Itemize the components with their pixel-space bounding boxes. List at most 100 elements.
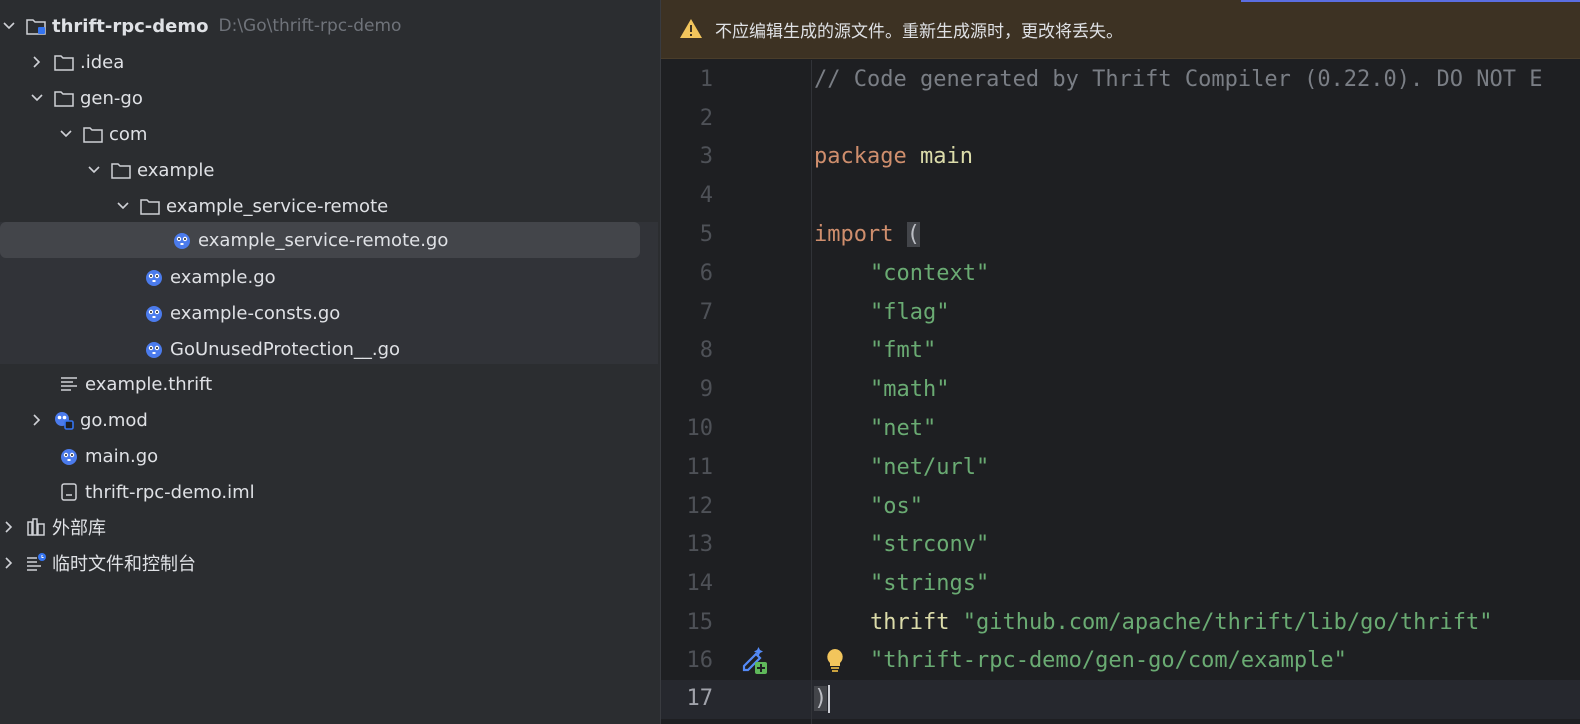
go-file-icon (57, 444, 81, 468)
ide-window: thrift-rpc-demo D:\Go\thrift-rpc-demo .i… (0, 0, 1580, 724)
folder-icon (52, 86, 76, 110)
line-number[interactable]: 9 (661, 371, 713, 410)
add-gutter-icon[interactable] (739, 644, 771, 676)
root-path: D:\Go\thrift-rpc-demo (218, 16, 402, 36)
folder-icon (81, 122, 105, 146)
line-number[interactable]: 6 (661, 255, 713, 294)
code-line-12[interactable]: "os" (870, 488, 923, 527)
tree-item-external-libraries[interactable]: 外部库 (0, 509, 106, 545)
tree-item-label: example-consts.go (170, 302, 341, 324)
bulb-icon[interactable] (821, 646, 853, 678)
chevron-down-icon[interactable] (114, 197, 132, 215)
tab-indicator (1241, 0, 1580, 2)
paren-token: ( (906, 222, 920, 247)
library-icon (24, 515, 48, 539)
tree-item-selected-row[interactable]: example_service-remote.go (0, 222, 640, 258)
string-token: "github.com/apache/thrift/lib/go/thrift" (962, 610, 1493, 635)
folder-icon (138, 194, 162, 218)
tree-item-label: 外部库 (52, 518, 106, 539)
scratch-icon (24, 551, 48, 575)
folder-module-icon (24, 14, 48, 38)
tree-item-idea[interactable]: .idea (28, 44, 124, 80)
chevron-down-icon[interactable] (85, 161, 103, 179)
string-token: "net/url" (870, 455, 990, 480)
string-token: "strconv" (870, 532, 990, 557)
line-number[interactable]: 1 (661, 61, 713, 100)
tree-item-iml[interactable]: thrift-rpc-demo.iml (57, 474, 255, 510)
current-line-highlight (661, 680, 1580, 719)
tree-item-label: main.go (85, 445, 159, 467)
chevron-right-icon[interactable] (0, 554, 18, 572)
code-area[interactable]: 1 2 3 4 5 6 7 8 9 10 11 12 13 14 15 16 1… (661, 60, 1580, 724)
tree-item-example-go[interactable]: example.go (142, 259, 276, 295)
tree-item-label: go.mod (80, 409, 148, 431)
chevron-right-icon[interactable] (0, 518, 18, 536)
tree-item-label: example_service-remote (166, 195, 389, 217)
tree-item-label: 临时文件和控制台 (52, 554, 196, 575)
code-line-11[interactable]: "net/url" (870, 449, 989, 488)
line-number[interactable]: 14 (661, 565, 714, 604)
code-line-15[interactable]: thrift "github.com/apache/thrift/lib/go/… (870, 604, 1493, 643)
line-number[interactable]: 4 (661, 177, 713, 216)
code-line-7[interactable]: "flag" (870, 294, 949, 333)
code-line-9[interactable]: "math" (870, 371, 949, 410)
line-number[interactable]: 15 (661, 604, 714, 643)
tree-item-go-mod[interactable]: go.mod (28, 402, 148, 438)
go-mod-icon (52, 408, 76, 432)
line-number[interactable]: 2 (661, 100, 713, 139)
tree-item-label: example_service-remote.go (198, 229, 449, 251)
tree-item-gen-go[interactable]: gen-go (28, 80, 143, 116)
line-number[interactable]: 13 (661, 526, 714, 565)
chevron-down-icon[interactable] (0, 17, 18, 35)
code-line-1[interactable]: // Code generated by Thrift Compiler (0.… (814, 61, 1542, 100)
tree-item-example-service-remote[interactable]: example_service-remote (114, 188, 388, 224)
string-token: "context" (870, 261, 990, 286)
code-line-16[interactable]: "thrift-rpc-demo/gen-go/com/example" (870, 642, 1347, 681)
code-line-14[interactable]: "strings" (870, 565, 989, 604)
project-tree: thrift-rpc-demo D:\Go\thrift-rpc-demo .i… (0, 0, 660, 724)
generated-file-banner: 不应编辑生成的源文件。重新生成源时，更改将丢失。 (661, 0, 1580, 59)
code-editor[interactable]: 不应编辑生成的源文件。重新生成源时，更改将丢失。 1 2 3 4 5 6 7 8… (660, 0, 1580, 724)
chevron-down-icon[interactable] (28, 89, 46, 107)
tree-item-gounusedprotection-go[interactable]: GoUnusedProtection__.go (142, 331, 400, 367)
keyword-token: import (814, 222, 894, 247)
go-file-icon (142, 337, 166, 361)
code-line-6[interactable]: "context" (870, 255, 989, 294)
code-line-17[interactable]: ) (814, 680, 831, 719)
tree-item-com[interactable]: com (57, 116, 147, 152)
tree-item-scratches[interactable]: 临时文件和控制台 (0, 545, 196, 581)
tree-item-root[interactable]: thrift-rpc-demo D:\Go\thrift-rpc-demo (0, 8, 401, 44)
line-number-current[interactable]: 17 (661, 680, 714, 719)
tree-item-example-thrift[interactable]: example.thrift (57, 366, 212, 402)
text-caret (828, 685, 831, 713)
tree-item-example-consts-go[interactable]: example-consts.go (142, 295, 340, 331)
line-number[interactable]: 7 (661, 294, 713, 333)
line-number[interactable]: 5 (661, 216, 713, 255)
line-number[interactable]: 3 (661, 138, 713, 177)
line-number[interactable]: 12 (661, 488, 714, 527)
code-line-5[interactable]: import ( (814, 216, 920, 255)
line-number[interactable]: 8 (661, 332, 713, 371)
warning-icon (679, 17, 703, 41)
line-number[interactable]: 16 (661, 642, 714, 681)
chevron-down-icon[interactable] (57, 125, 75, 143)
banner-message: 不应编辑生成的源文件。重新生成源时，更改将丢失。 (715, 21, 1123, 42)
root-label: thrift-rpc-demo (52, 15, 209, 37)
code-line-10[interactable]: "net" (870, 410, 936, 449)
tree-item-main-go[interactable]: main.go (57, 438, 158, 474)
tree-item-label: .idea (80, 51, 125, 73)
chevron-right-icon[interactable] (28, 53, 46, 71)
chevron-right-icon[interactable] (28, 411, 46, 429)
line-number[interactable]: 10 (661, 410, 714, 449)
line-number[interactable]: 11 (661, 449, 714, 488)
code-line-3[interactable]: package main (814, 138, 973, 177)
go-file-icon (142, 265, 166, 289)
tree-item-label: gen-go (80, 87, 143, 109)
string-token: "math" (870, 377, 950, 402)
string-token: "fmt" (870, 338, 937, 363)
tree-item-example[interactable]: example (85, 152, 214, 188)
code-line-13[interactable]: "strconv" (870, 526, 989, 565)
code-line-8[interactable]: "fmt" (870, 332, 936, 371)
string-token: "net" (870, 416, 937, 441)
go-file-icon (170, 228, 194, 252)
